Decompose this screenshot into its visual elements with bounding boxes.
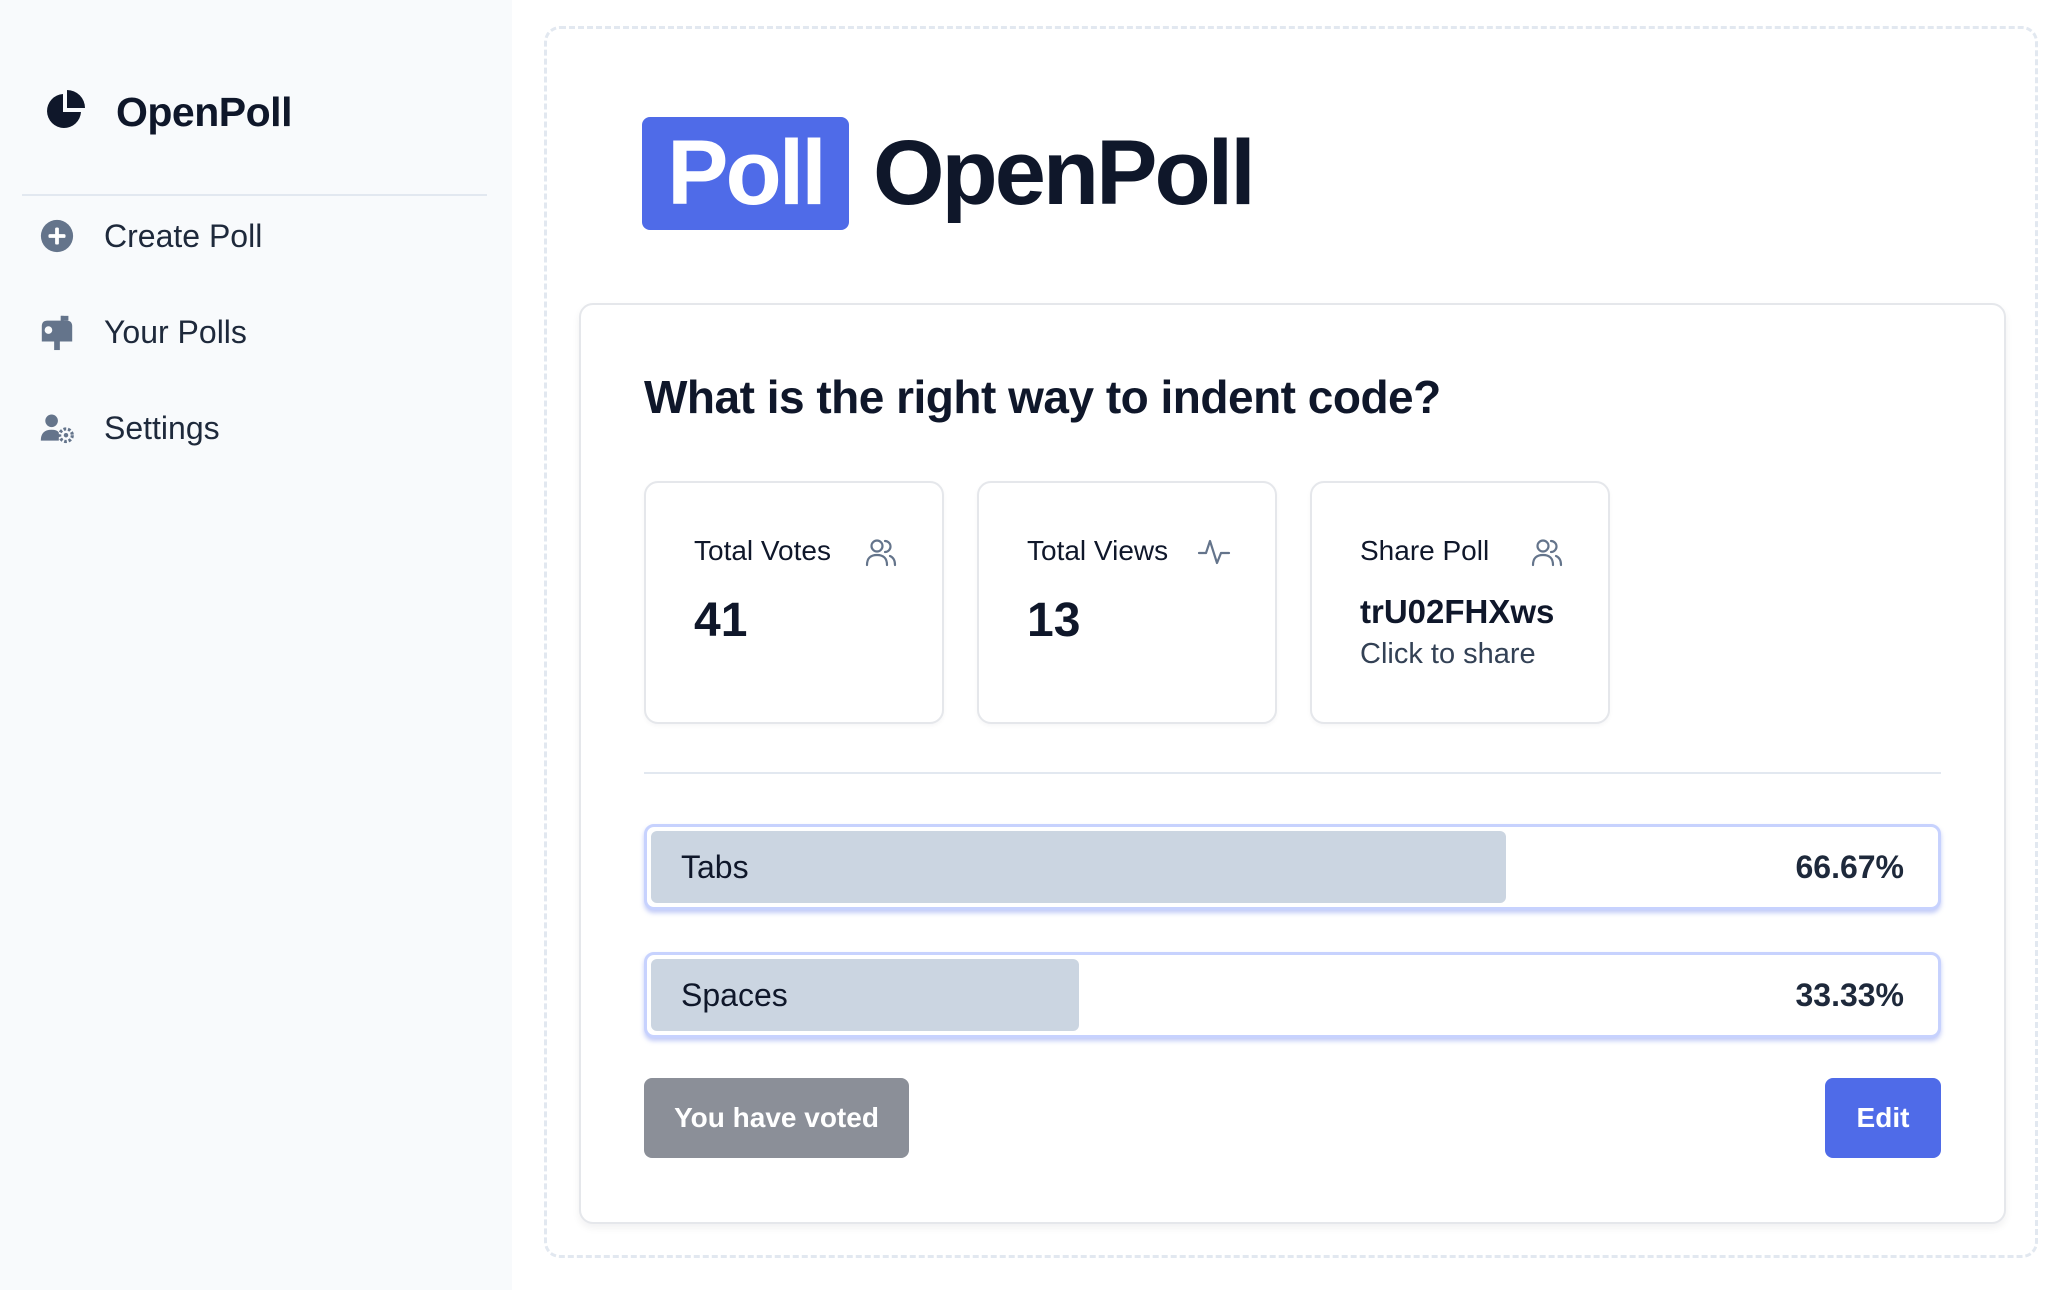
poll-question: What is the right way to indent code? (644, 371, 1441, 423)
app-logo: Poll OpenPoll (642, 117, 1256, 230)
plus-circle-icon (38, 217, 76, 255)
stat-card-total-views: Total Views 13 (977, 481, 1277, 724)
logo-badge: Poll (642, 117, 849, 230)
stat-title: Total Votes (694, 535, 831, 566)
sidebar-item-create-poll[interactable]: Create Poll (38, 208, 478, 264)
users-icon (1530, 535, 1564, 569)
stat-title: Total Views (1027, 535, 1169, 566)
sidebar-item-label: Create Poll (104, 217, 263, 254)
sidebar-divider (22, 194, 487, 196)
section-divider (644, 772, 1941, 774)
option-label: Spaces (681, 977, 788, 1013)
sidebar-item-settings[interactable]: Settings (38, 400, 478, 456)
voted-button: You have voted (644, 1078, 909, 1158)
brand-name: OpenPoll (116, 88, 292, 135)
sidebar-item-your-polls[interactable]: Your Polls (38, 304, 478, 360)
sidebar-item-label: Settings (104, 409, 220, 446)
stat-title: Share Poll (1360, 535, 1490, 566)
poll-option-spaces[interactable]: Spaces 33.33% (644, 952, 1941, 1038)
stat-value: 41 (694, 594, 748, 647)
sidebar-item-label: Your Polls (104, 313, 247, 350)
logo-text: OpenPoll (873, 122, 1256, 224)
stat-value: 13 (1027, 594, 1081, 647)
mailbox-icon (38, 313, 76, 351)
option-label: Tabs (681, 849, 749, 885)
activity-icon (1197, 535, 1231, 569)
pie-chart-icon (43, 88, 87, 137)
poll-option-tabs[interactable]: Tabs 66.67% (644, 824, 1941, 910)
option-percent: 66.67% (1795, 849, 1904, 885)
stat-card-total-votes: Total Votes 41 (644, 481, 944, 724)
share-hint: Click to share (1360, 638, 1536, 670)
share-code: trU02FHXws (1360, 593, 1555, 630)
option-percent: 33.33% (1795, 977, 1904, 1013)
sidebar: OpenPoll Create Poll Your Polls Settings (0, 0, 512, 1290)
user-cog-icon (38, 409, 76, 447)
sidebar-brand[interactable]: OpenPoll (43, 88, 292, 136)
stat-card-share-poll[interactable]: Share Poll trU02FHXws Click to share (1310, 481, 1610, 724)
edit-button[interactable]: Edit (1825, 1078, 1941, 1158)
option-result-bar (651, 831, 1506, 903)
users-icon (864, 535, 898, 569)
